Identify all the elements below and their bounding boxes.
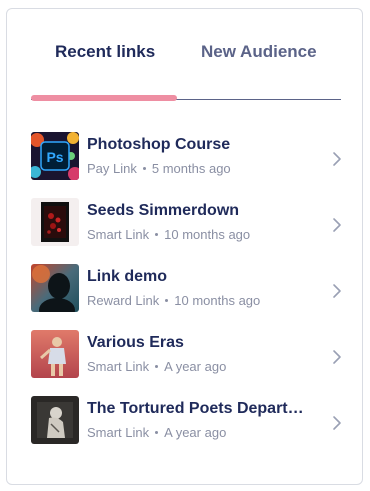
link-time: 10 months ago xyxy=(164,227,251,242)
active-tab-indicator xyxy=(31,95,177,101)
link-title: Various Eras xyxy=(87,334,184,351)
link-time: A year ago xyxy=(164,359,227,374)
link-type: Smart Link xyxy=(87,227,150,242)
album-cover-thumbnail xyxy=(31,396,79,444)
link-type: Smart Link xyxy=(87,359,150,374)
link-row-tortured-poets[interactable]: The Tortured Poets Depart… Smart Link A y… xyxy=(31,393,343,459)
separator-dot xyxy=(155,430,159,434)
link-row-link-demo[interactable]: Link demo Reward Link 10 months ago xyxy=(31,261,343,327)
link-row-seeds-simmerdown[interactable]: Seeds Simmerdown Smart Link 10 months ago xyxy=(31,195,343,261)
link-type: Smart Link xyxy=(87,425,150,440)
chevron-right-icon xyxy=(333,284,341,298)
tab-bar: Recent links New Audience xyxy=(7,9,362,69)
chevron-right-icon xyxy=(333,416,341,430)
chevron-right-icon xyxy=(333,152,341,166)
link-row-various-eras[interactable]: Various Eras Smart Link A year ago xyxy=(31,327,343,393)
link-row-photoshop-course[interactable]: Ps Photoshop Course Pay Link 5 months ago xyxy=(31,129,343,195)
tab-new-audience[interactable]: New Audience xyxy=(201,42,317,62)
separator-dot xyxy=(142,166,146,170)
link-meta: Smart Link A year ago xyxy=(87,359,226,374)
link-title: Link demo xyxy=(87,268,168,285)
link-title: Photoshop Course xyxy=(87,136,231,153)
chevron-right-icon xyxy=(333,218,341,232)
link-type: Pay Link xyxy=(87,161,137,176)
separator-dot xyxy=(155,232,159,236)
link-time: 5 months ago xyxy=(151,161,231,176)
album-art-thumbnail xyxy=(31,198,79,246)
chevron-right-icon xyxy=(333,350,341,364)
performer-thumbnail xyxy=(31,330,79,378)
silhouette-thumbnail xyxy=(31,264,79,312)
link-meta: Pay Link 5 months ago xyxy=(87,161,231,176)
recent-links-card: Recent links New Audience Ps Photoshop C… xyxy=(6,8,363,485)
link-title: Seeds Simmerdown xyxy=(87,202,240,219)
photoshop-thumbnail: Ps xyxy=(31,132,79,180)
links-list: Ps Photoshop Course Pay Link 5 months ago xyxy=(31,129,343,459)
link-time: A year ago xyxy=(164,425,227,440)
link-meta: Smart Link A year ago xyxy=(87,425,226,440)
link-title: The Tortured Poets Depart… xyxy=(87,400,304,417)
tab-recent-links[interactable]: Recent links xyxy=(55,42,155,62)
separator-dot xyxy=(165,298,169,302)
svg-text:Ps: Ps xyxy=(46,149,63,165)
link-time: 10 months ago xyxy=(174,293,261,308)
link-meta: Smart Link 10 months ago xyxy=(87,227,250,242)
separator-dot xyxy=(155,364,159,368)
link-meta: Reward Link 10 months ago xyxy=(87,293,260,308)
link-type: Reward Link xyxy=(87,293,160,308)
